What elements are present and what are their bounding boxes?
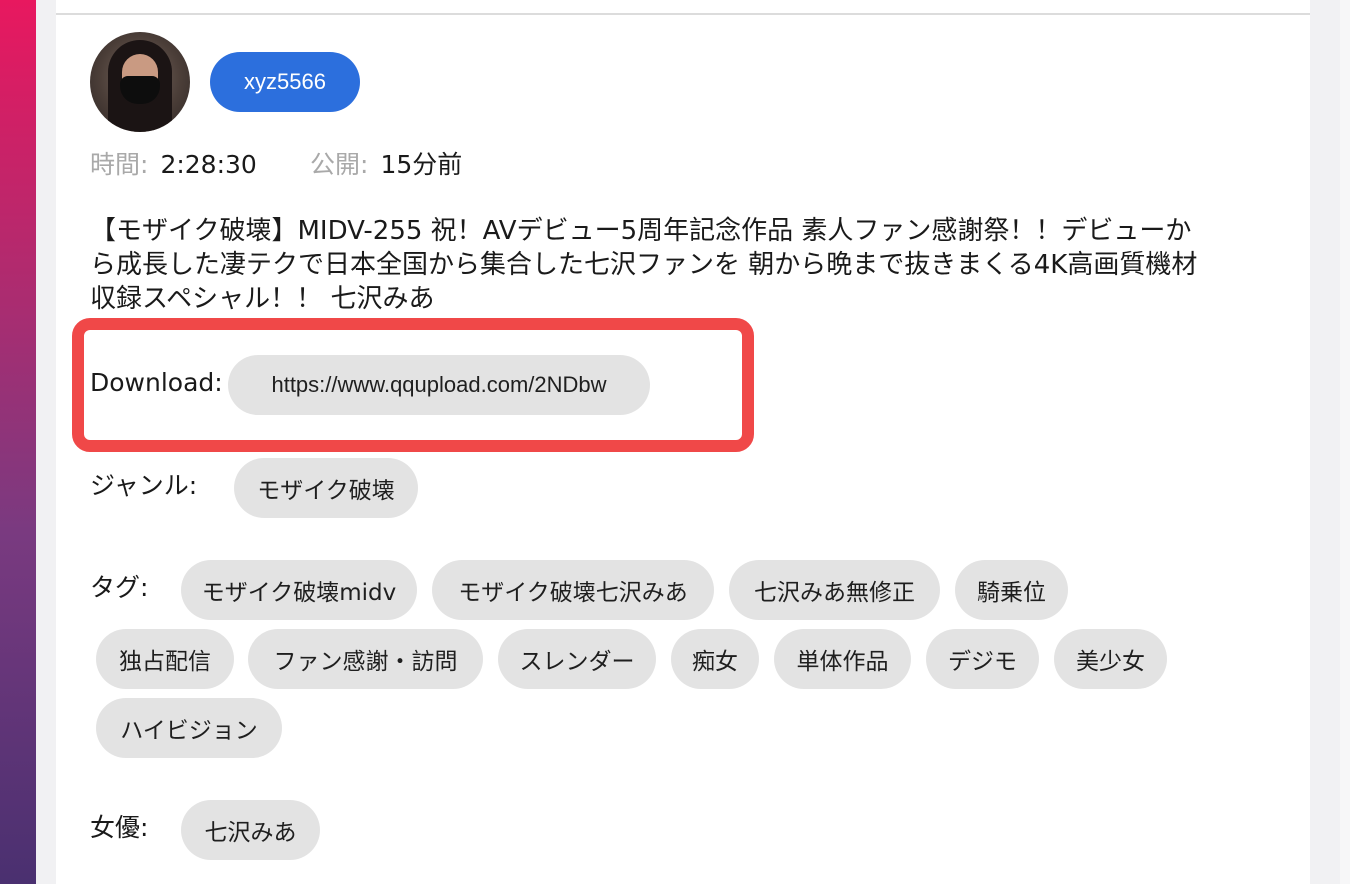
actress-chip[interactable]: 七沢みあ (181, 800, 320, 860)
page-margin (1340, 0, 1350, 884)
genre-chip[interactable]: モザイク破壊 (234, 458, 418, 518)
video-detail-card: xyz5566 時間: 2:28:30 公開: 15分前 【モザイク破壊】MIDV-… (56, 0, 1310, 884)
username-button[interactable]: xyz5566 (210, 52, 360, 112)
published-label: 公開: (310, 150, 369, 179)
duration-label: 時間: (90, 150, 149, 179)
tag-chip[interactable]: 騎乗位 (955, 560, 1068, 620)
video-title: 【モザイク破壊】MIDV-255 祝！AVデビュー5周年記念作品 素人ファン感謝… (90, 216, 1198, 314)
background-strip (0, 0, 36, 884)
tag-chip[interactable]: デジモ (926, 629, 1039, 689)
duration-info: 時間: 2:28:30 (90, 148, 257, 182)
tag-chip[interactable]: スレンダー (498, 629, 656, 689)
tag-chip[interactable]: 単体作品 (774, 629, 911, 689)
published-info: 公開: 15分前 (310, 148, 462, 182)
tag-chip[interactable]: 独占配信 (96, 629, 234, 689)
divider (56, 13, 1310, 15)
tag-chip[interactable]: ハイビジョン (96, 698, 282, 758)
tag-chip[interactable]: 七沢みあ無修正 (729, 560, 940, 620)
tags-label: タグ: (90, 573, 149, 602)
tag-chip[interactable]: モザイク破壊midv (181, 560, 417, 620)
genre-label: ジャンル: (90, 471, 198, 500)
avatar[interactable] (90, 32, 190, 132)
actress-label: 女優: (90, 813, 149, 842)
duration-value: 2:28:30 (160, 150, 257, 179)
tag-chip[interactable]: 痴女 (671, 629, 759, 689)
tag-chip[interactable]: 美少女 (1054, 629, 1167, 689)
download-label: Download: (90, 368, 223, 397)
tag-chip[interactable]: モザイク破壊七沢みあ (432, 560, 714, 620)
download-link[interactable]: https://www.qqupload.com/2NDbw (228, 355, 650, 415)
published-value: 15分前 (380, 150, 463, 179)
tag-chip[interactable]: ファン感謝・訪問 (248, 629, 483, 689)
